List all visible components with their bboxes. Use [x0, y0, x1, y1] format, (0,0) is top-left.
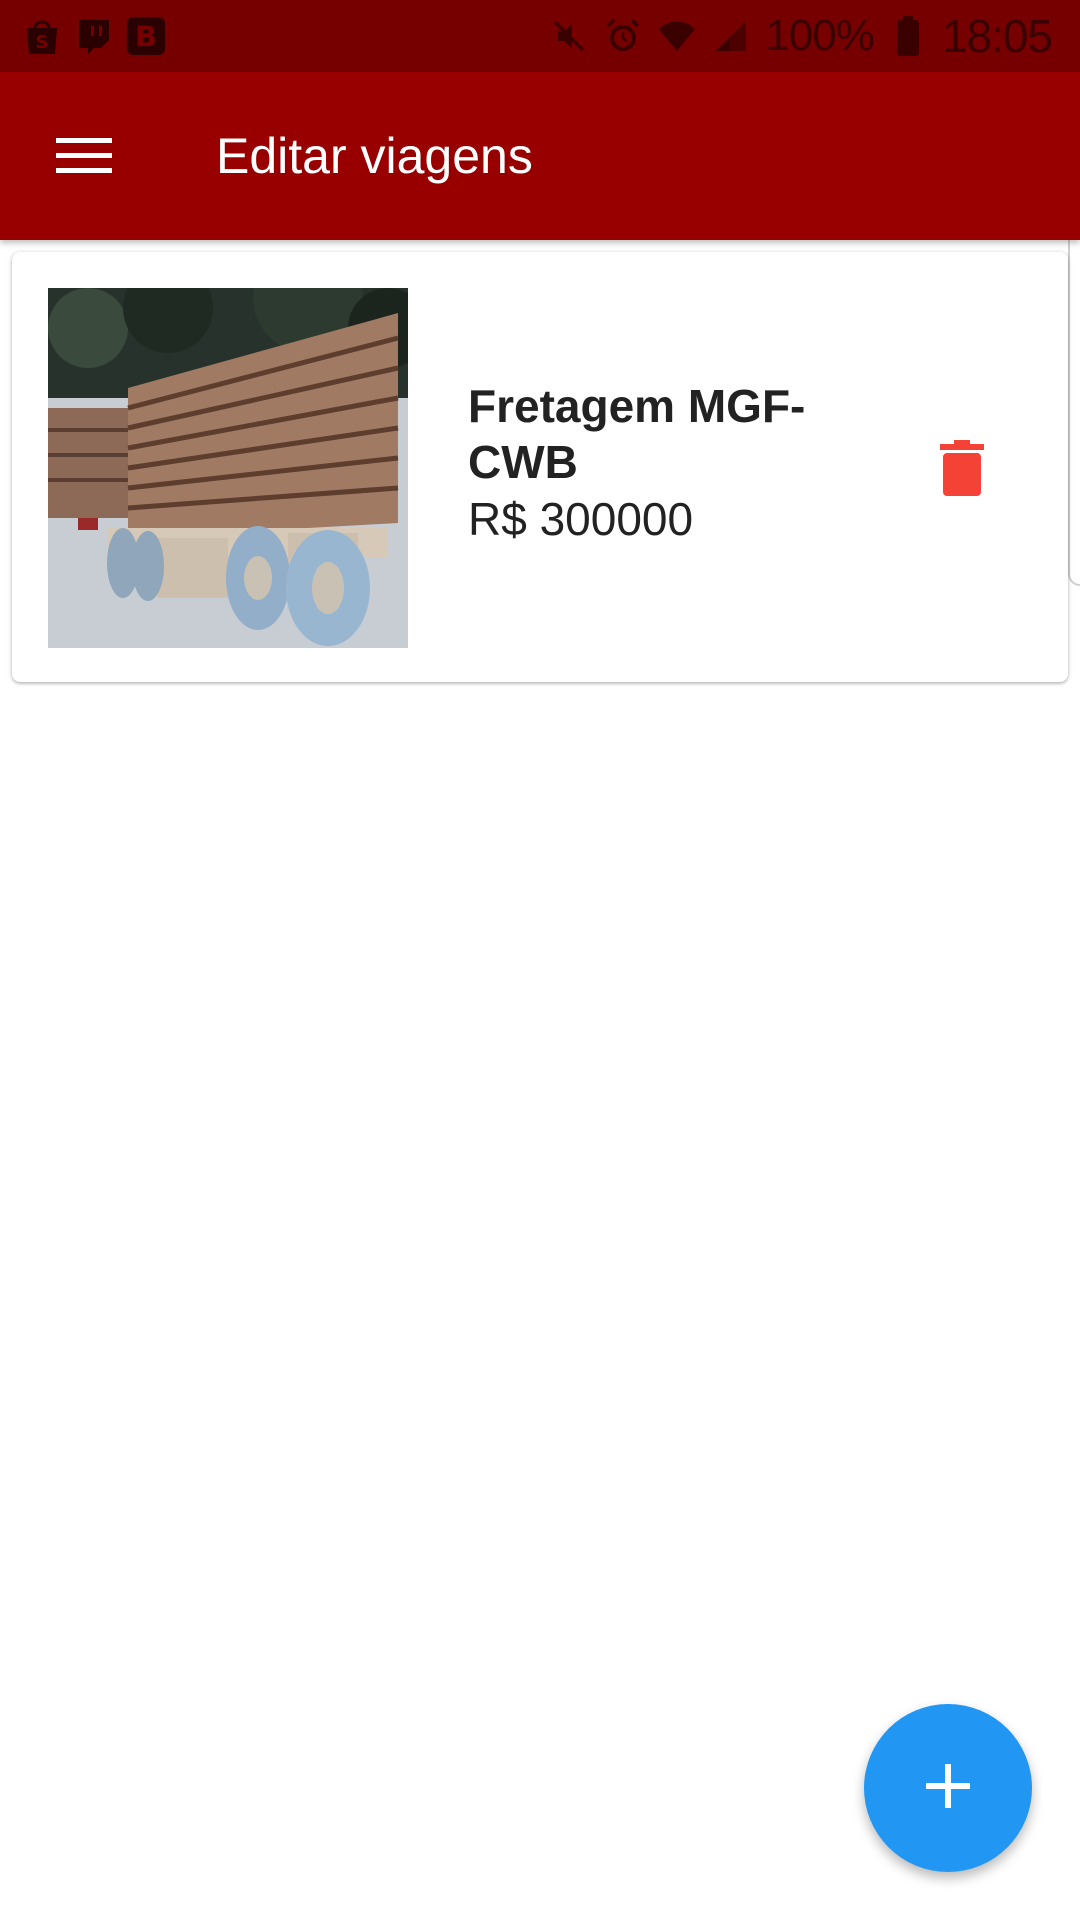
menu-button[interactable] — [28, 102, 140, 214]
edge-panel-handle[interactable] — [1068, 218, 1080, 586]
plus-icon — [924, 1762, 972, 1815]
shopping-bag-icon: S — [22, 16, 62, 56]
trip-card[interactable]: Fretagem MGF-CWB R$ 300000 — [12, 252, 1068, 682]
hamburger-menu-icon — [56, 136, 112, 181]
mute-icon — [549, 16, 589, 56]
app-bar: Editar viagens — [0, 72, 1080, 240]
status-bar: S B 100% 18:05 — [0, 0, 1080, 72]
delete-trip-button[interactable] — [918, 426, 1006, 514]
trip-image[interactable] — [48, 288, 408, 648]
signal-icon — [711, 16, 751, 56]
add-trip-button[interactable] — [864, 1704, 1032, 1872]
battery-percentage: 100% — [765, 11, 875, 60]
trip-name: Fretagem MGF-CWB — [468, 380, 806, 488]
trip-price: R$ 300000 — [468, 493, 694, 545]
system-status: 100% 18:05 — [549, 9, 1053, 63]
page-title: Editar viagens — [216, 128, 533, 184]
wifi-icon — [657, 16, 697, 56]
status-clock: 18:05 — [941, 10, 1053, 62]
trash-icon — [940, 439, 984, 501]
notification-icons: S B — [22, 16, 166, 56]
twitch-icon — [74, 16, 114, 56]
svg-text:B: B — [135, 19, 157, 53]
trip-info: Fretagem MGF-CWB R$ 300000 — [468, 378, 858, 548]
svg-text:S: S — [36, 32, 49, 53]
battery-icon — [888, 16, 928, 56]
b-app-icon: B — [126, 16, 166, 56]
alarm-icon — [603, 16, 643, 56]
